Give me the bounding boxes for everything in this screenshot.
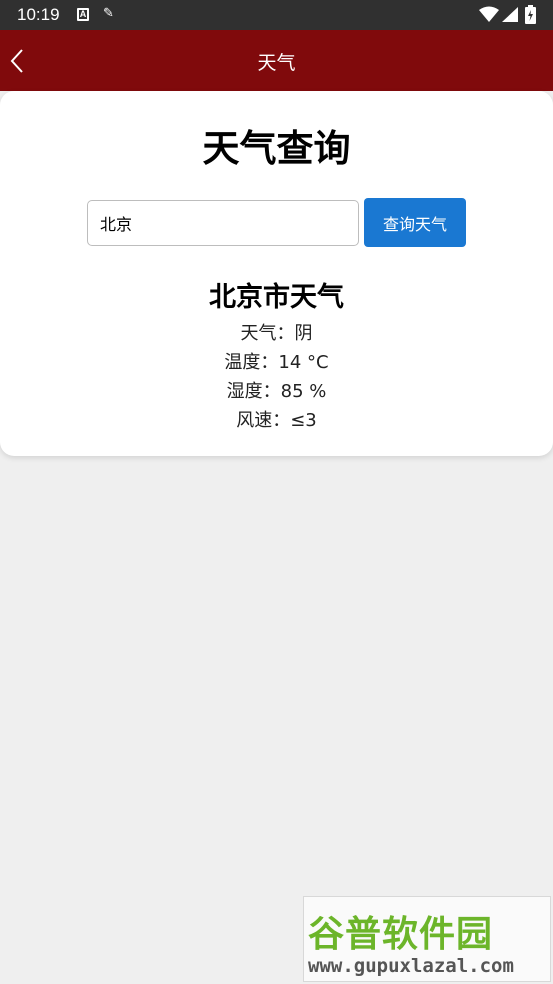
wifi-icon <box>479 6 499 22</box>
status-time: 10:19 <box>17 5 60 24</box>
weather-condition: 天气：阴 <box>240 323 313 344</box>
watermark-url: www.gupuxlazal.com <box>308 955 514 977</box>
status-bar: 10:19 A ✎ <box>0 0 553 30</box>
wrench-icon: ✎ <box>103 6 114 21</box>
app-bar-title: 天气 <box>257 52 296 74</box>
watermark-logo: 谷普软件园 www.gupuxlazal.com <box>303 896 551 982</box>
watermark-brand: 谷普软件园 <box>308 914 494 955</box>
result-title: 北京市天气 <box>209 282 344 313</box>
humidity: 湿度：85 % <box>226 381 327 402</box>
page-title: 天气查询 <box>202 127 351 170</box>
city-input[interactable] <box>87 200 359 246</box>
battery-icon <box>525 5 536 24</box>
app-bar: 天气 <box>0 30 553 91</box>
temperature: 温度：14 °C <box>224 352 329 373</box>
query-weather-button[interactable]: 查询天气 <box>364 198 466 247</box>
signal-icon <box>502 7 518 22</box>
wind-speed: 风速：≤3 <box>236 410 317 431</box>
a-notification-icon: A <box>77 8 89 21</box>
weather-card: 天气查询 查询天气 北京市天气 天气：阴 温度：14 °C 湿度：85 % 风速… <box>0 91 553 456</box>
